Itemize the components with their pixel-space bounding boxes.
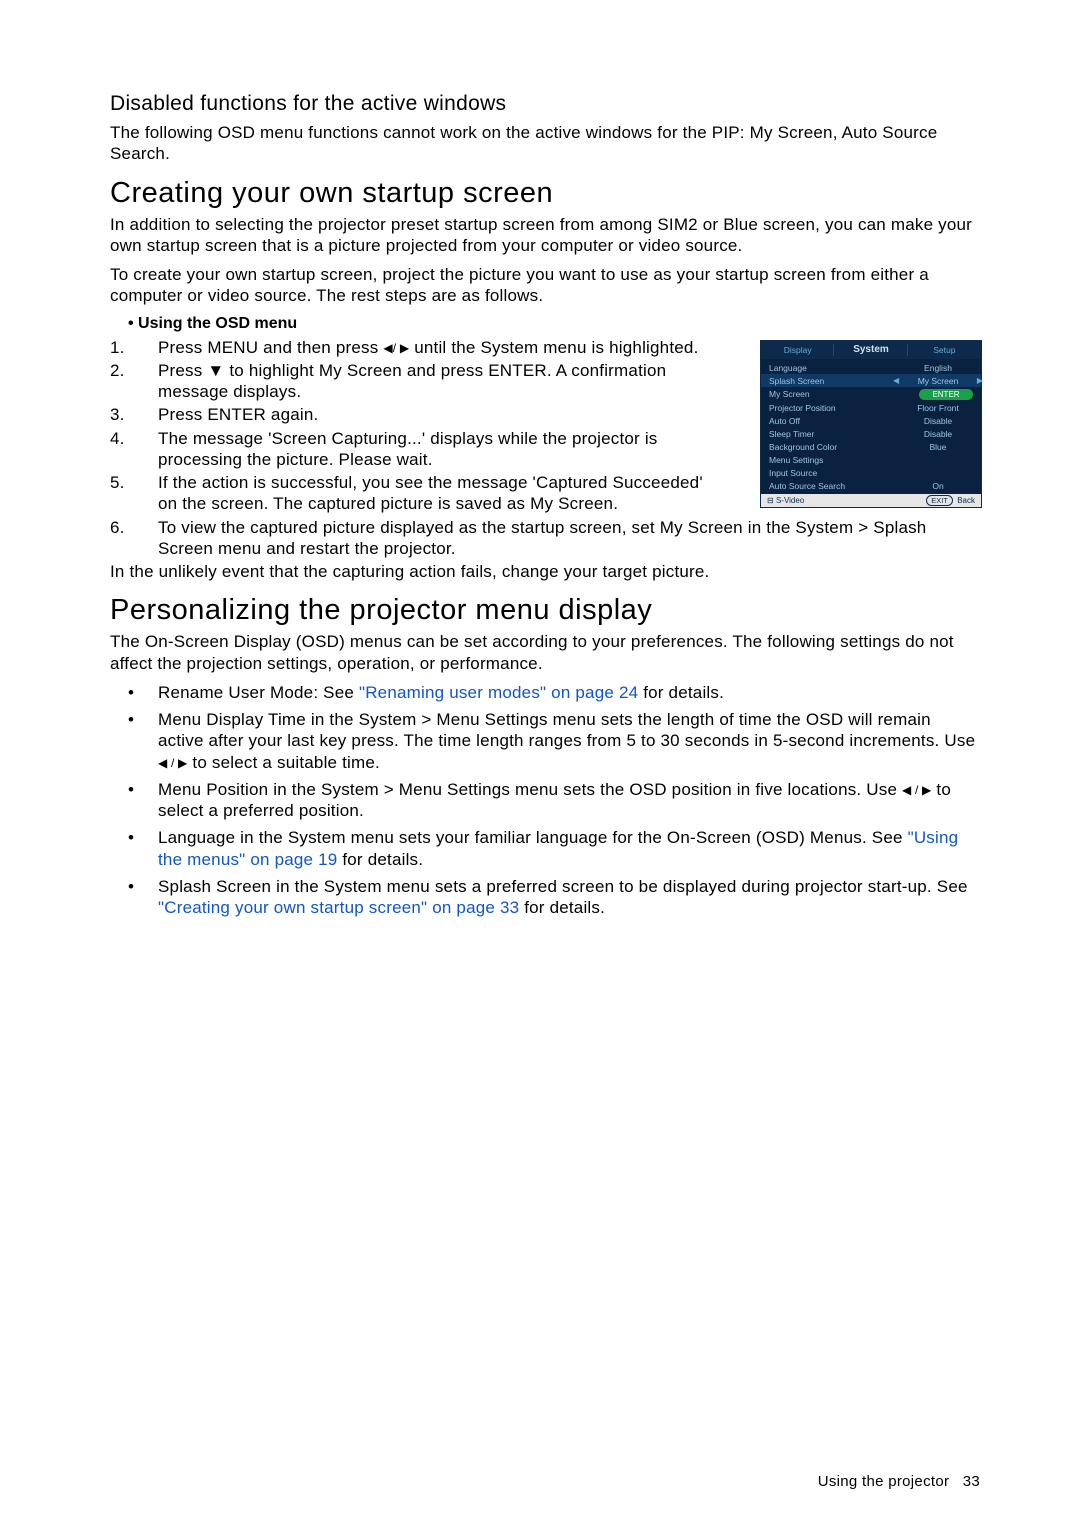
- page-number: 33: [963, 1473, 980, 1490]
- left-right-arrow-icon: ◀/ ▶: [383, 341, 409, 356]
- steps-list-continued: 6.To view the captured picture displayed…: [110, 517, 980, 560]
- page-footer: Using the projector 33: [818, 1473, 980, 1490]
- heading-creating-startup: Creating your own startup screen: [110, 177, 980, 210]
- bullet-list: Rename User Mode: See "Renaming user mod…: [110, 682, 980, 919]
- paragraph: The On-Screen Display (OSD) menus can be…: [110, 631, 980, 674]
- step-6: 6.To view the captured picture displayed…: [110, 517, 980, 560]
- step-4: 4.The message 'Screen Capturing...' disp…: [110, 428, 980, 471]
- paragraph: The following OSD menu functions cannot …: [110, 122, 980, 165]
- left-right-arrow-icon: ◀ / ▶: [902, 783, 931, 798]
- subheading-using-osd: • Using the OSD menu: [110, 315, 980, 333]
- bullet-language: Language in the System menu sets your fa…: [110, 827, 980, 870]
- heading-disabled-functions: Disabled functions for the active window…: [110, 92, 980, 116]
- step-3: 3. Press ENTER again.: [110, 404, 980, 425]
- paragraph: In the unlikely event that the capturing…: [110, 561, 980, 582]
- document-page: Disabled functions for the active window…: [0, 0, 1080, 1534]
- heading-personalizing: Personalizing the projector menu display: [110, 594, 980, 627]
- link-creating-startup-screen[interactable]: "Creating your own startup screen" on pa…: [158, 898, 519, 917]
- step-2: 2.Press ▼ to highlight My Screen and pre…: [110, 360, 980, 403]
- bullet-rename-user-mode: Rename User Mode: See "Renaming user mod…: [110, 682, 980, 703]
- bullet-menu-position: Menu Position in the System > Menu Setti…: [110, 779, 980, 822]
- bullet-splash-screen: Splash Screen in the System menu sets a …: [110, 876, 980, 919]
- bullet-menu-display-time: Menu Display Time in the System > Menu S…: [110, 709, 980, 773]
- paragraph: To create your own startup screen, proje…: [110, 264, 980, 307]
- step-5: 5.If the action is successful, you see t…: [110, 472, 980, 515]
- left-right-arrow-icon: ◀ / ▶: [158, 756, 187, 771]
- link-renaming-user-modes[interactable]: "Renaming user modes" on page 24: [359, 683, 638, 702]
- paragraph: In addition to selecting the projector p…: [110, 214, 980, 257]
- step-1: 1. Press MENU and then press ◀/ ▶ until …: [110, 337, 980, 358]
